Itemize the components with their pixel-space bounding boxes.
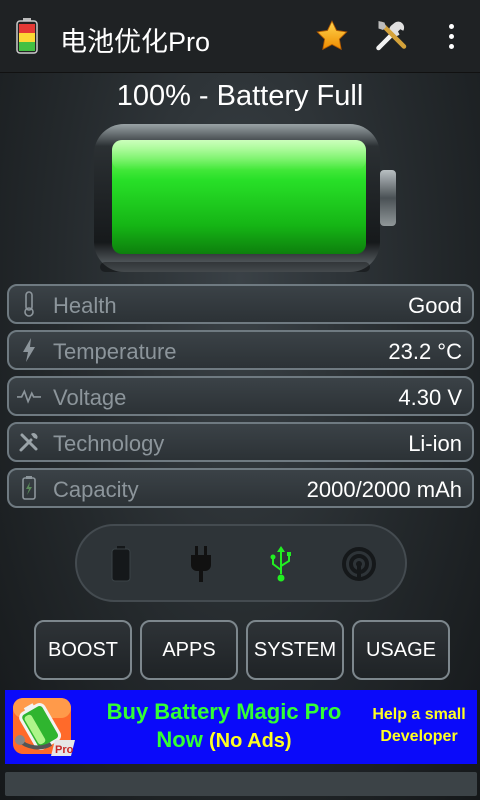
overflow-menu-button[interactable]: [436, 16, 466, 56]
battery-status-title: 100% - Battery Full: [116, 80, 364, 112]
battery-app-icon: [16, 18, 38, 54]
boost-button[interactable]: BOOST: [34, 620, 132, 680]
apps-button[interactable]: APPS: [140, 620, 238, 680]
info-value: 4.30 V: [398, 385, 462, 410]
ad-side-line2: Developer: [380, 728, 458, 745]
info-row-temperature: Temperature 23.2 °C: [7, 330, 474, 370]
action-bar: 电池优化Pro: [0, 0, 480, 73]
ad-side-line1: Help a small: [372, 706, 466, 723]
battery-mode-icon: [101, 544, 141, 584]
ad-headline: Buy Battery Magic Pro Now (No Ads): [85, 698, 363, 755]
thermometer-icon: [17, 291, 41, 317]
info-row-health: Health Good: [7, 284, 474, 324]
info-row-capacity: Capacity 2000/2000 mAh: [7, 468, 474, 508]
bolt-icon: [17, 338, 41, 362]
ad-icon-badge: Pro: [55, 744, 74, 756]
info-value: Li-ion: [408, 431, 462, 456]
info-value: 2000/2000 mAh: [306, 477, 462, 502]
settings-button[interactable]: [372, 16, 412, 56]
info-row-technology: Technology Li-ion: [7, 422, 474, 462]
info-label: Temperature: [53, 339, 177, 364]
info-label: Voltage: [53, 385, 127, 410]
info-row-voltage: Voltage 4.30 V: [7, 376, 474, 416]
rate-button[interactable]: [312, 16, 352, 56]
app-title: 电池优化Pro: [60, 27, 211, 57]
battery-level-graphic: [94, 124, 396, 272]
ad-line2: Now (No Ads): [85, 726, 363, 755]
battery-small-icon: [17, 476, 41, 500]
ad-line2-noads: (No Ads): [209, 730, 292, 752]
ad-line1: Buy Battery Magic Pro: [106, 699, 342, 724]
info-value: Good: [408, 293, 462, 318]
pulse-icon: [17, 384, 41, 408]
tools-icon: [376, 21, 407, 51]
usb-icon: [261, 544, 301, 584]
charge-source-indicator: [75, 524, 407, 602]
ad-banner[interactable]: Pro Buy Battery Magic Pro Now (No Ads) H…: [5, 690, 477, 764]
wireless-icon: [339, 544, 379, 584]
ac-plug-icon: [181, 544, 221, 584]
bottom-scroll-bar: [5, 772, 477, 796]
ad-side-text: Help a small Developer: [360, 704, 478, 748]
info-label: Health: [53, 293, 117, 318]
star-icon: [316, 20, 348, 51]
info-value: 23.2 °C: [388, 339, 462, 364]
battery-magic-pro-icon: Pro: [13, 698, 75, 756]
info-label: Technology: [53, 431, 165, 456]
ad-line2-now: Now: [156, 727, 203, 752]
system-button[interactable]: SYSTEM: [246, 620, 344, 680]
usage-button[interactable]: USAGE: [352, 620, 450, 680]
more-vert-icon: [448, 23, 454, 49]
info-label: Capacity: [53, 477, 139, 502]
tools-icon: [17, 430, 41, 454]
